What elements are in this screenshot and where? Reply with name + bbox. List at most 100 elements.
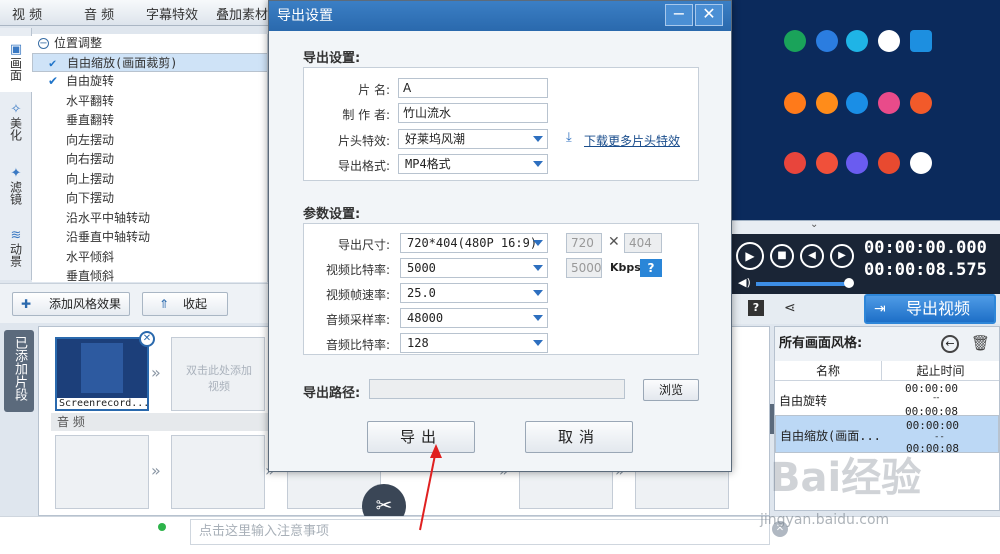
annotation-arrow [419,444,442,531]
width-field[interactable]: 720 [566,233,602,253]
tab-motion[interactable]: ≋ 动景 [0,224,32,280]
close-icon[interactable]: ✕ [695,4,723,26]
tree-item-label: 沿水平中轴转动 [66,211,151,225]
timeline-progress[interactable]: ⌄ [732,219,1000,234]
chevron-down-icon [533,340,543,346]
remove-clip-icon[interactable]: ✕ [139,331,155,347]
tree-item[interactable]: 向下摆动 [32,189,267,208]
menu-subtitle-effects[interactable]: 字幕特效 [146,4,198,23]
tree-item[interactable]: 垂直倾斜 [32,267,267,282]
notes-input[interactable]: 点击这里输入注意事项 [190,519,770,545]
added-clips-tab[interactable]: 已添加片段 [4,330,34,412]
tree-item[interactable]: 向左摆动 [32,131,267,150]
section-parameters: 参数设置: [303,207,361,222]
export-path-field[interactable] [369,379,625,399]
empty-slot[interactable] [55,435,149,509]
add-style-button[interactable]: ✚ 添加风格效果 [12,292,130,316]
tree-item[interactable]: 垂直翻转 [32,111,267,130]
menu-video[interactable]: 视 频 [12,4,42,23]
video-clip[interactable]: Screenrecord... ✕ [55,331,155,411]
style-row-name: 自由旋转 [779,394,828,408]
chevron-down-icon [533,136,543,142]
height-field[interactable]: 404 [624,233,662,253]
share-icon[interactable]: ⋖ [784,300,796,316]
player-controls: ▶ ■ ◀ ▶ 00:00:00.000 00:00:08.575 ◀) [732,234,1000,294]
tree-item-label: 向右摆动 [66,152,115,166]
time-total: 00:00:08.575 [864,260,987,280]
empty-slot[interactable] [171,435,265,509]
title-field[interactable]: A [398,78,548,98]
add-video-placeholder[interactable]: 双击此处添加视频 [171,337,265,411]
magic-wand-icon: ✧ [10,102,22,117]
frame-rate-select[interactable]: 25.0 [400,283,548,303]
tree-item[interactable]: ✔ 自由旋转 [32,72,267,91]
chevron-down-icon[interactable]: ⌄ [810,219,818,230]
author-field[interactable]: 竹山流水 [398,103,548,123]
collapse-button[interactable]: ⇑ 收起 [142,292,228,316]
clip-name: Screenrecord... [57,398,150,409]
tree-item[interactable]: 水平倾斜 [32,248,267,267]
section-export-settings: 导出设置: [303,51,361,66]
audio-bitrate-label: 音频比特率: [325,338,390,352]
minimize-icon[interactable]: − [665,4,693,26]
tree-item[interactable]: ✔ 自由缩放(画面裁剪) [32,53,267,72]
prev-frame-icon[interactable]: ◀ [800,244,824,268]
help-icon[interactable]: ? [640,259,662,277]
export-settings-group: 片 名: A 制 作 者: 竹山流水 片头特效: 好莱坞风潮 ⤓ 下载更多片头特… [303,67,699,181]
app-icon [910,30,932,52]
chevron-down-icon [533,290,543,296]
tab-picture[interactable]: ▣ 画面 [0,36,32,92]
app-icon [784,30,806,52]
size-value: 720*404(480P 16:9) [407,236,538,250]
stop-icon[interactable]: ■ [770,244,794,268]
app-icon [878,92,900,114]
format-select[interactable]: MP4格式 [398,154,548,174]
collapse-icon[interactable]: − [38,38,49,49]
checkmark-icon: ✔ [49,56,57,70]
col-name: 名称 [775,361,881,381]
clip-thumbnail [81,343,123,393]
intro-effect-select[interactable]: 好莱坞风潮 [398,129,548,149]
video-bitrate-select[interactable]: 5000 [400,258,548,278]
style-row[interactable]: 自由旋转 00:00:00 -- 00:00:08 [775,381,999,419]
volume-slider[interactable] [756,282,852,286]
style-row-start: 00:00:00 [906,419,959,432]
volume-icon[interactable]: ◀) [738,276,751,289]
intro-effect-label: 片头特效: [337,134,390,148]
custom-bitrate-field[interactable]: 5000 [566,258,602,278]
tree-item[interactable]: 向右摆动 [32,150,267,169]
tree-item[interactable]: 沿水平中轴转动 [32,209,267,228]
export-video-button[interactable]: ⇥ 导出视频 [864,294,996,324]
dialog-title: 导出设置 [269,1,731,31]
format-label: 导出格式: [337,159,390,173]
tree-group-position[interactable]: − 位置调整 [32,34,267,53]
tree-item[interactable]: 向上摆动 [32,170,267,189]
back-icon[interactable]: ← [941,335,959,353]
menu-audio[interactable]: 音 频 [84,4,114,23]
export-icon: ⇥ [874,301,886,317]
export-bar: ? ⋖ ⇥ 导出视频 [732,294,1000,324]
arrow-right-icon: » [151,363,161,382]
applied-styles-title: 所有画面风格: [775,327,999,361]
size-select[interactable]: 720*404(480P 16:9) [400,233,548,253]
trash-icon[interactable]: 🗑 [971,334,990,352]
download-intro-link[interactable]: 下载更多片头特效 [584,132,680,149]
tab-filter[interactable]: ✦ 滤镜 [0,162,32,218]
menu-overlay[interactable]: 叠加素材 [216,4,268,23]
sample-rate-select[interactable]: 48000 [400,308,548,328]
browse-button[interactable]: 浏览 [643,379,699,401]
app-icon [816,30,838,52]
help-icon[interactable]: ? [748,300,764,316]
sample-rate-value: 48000 [407,311,444,325]
tree-item[interactable]: 沿垂直中轴转动 [32,228,267,247]
tree-item[interactable]: 水平翻转 [32,92,267,111]
app-icon [910,92,932,114]
play-icon[interactable]: ▶ [736,242,764,270]
cancel-button[interactable]: 取消 [525,421,633,453]
tab-beautify[interactable]: ✧ 美化 [0,98,32,154]
audio-bitrate-select[interactable]: 128 [400,333,548,353]
tree-item-label: 垂直倾斜 [66,269,115,282]
tree-item-label: 向下摆动 [66,191,115,205]
volume-handle[interactable] [844,278,854,288]
next-frame-icon[interactable]: ▶ [830,244,854,268]
